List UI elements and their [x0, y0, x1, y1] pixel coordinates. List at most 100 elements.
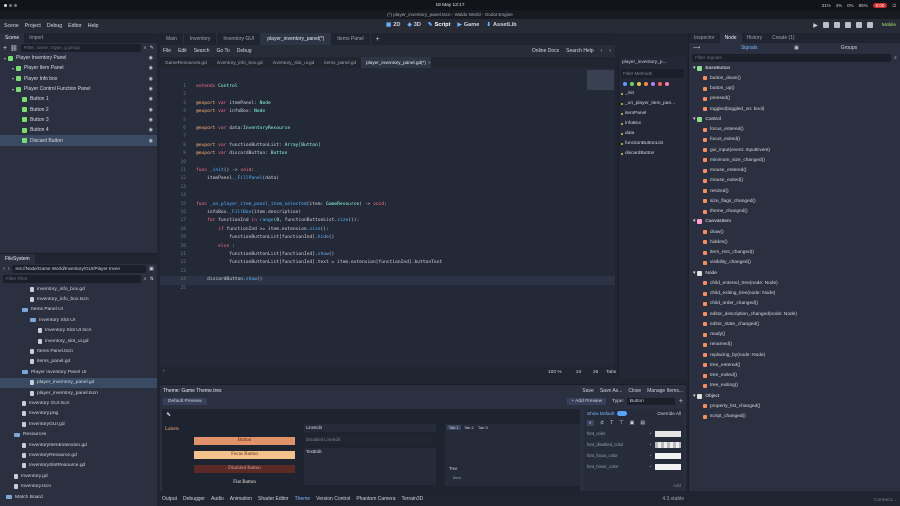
- type-select[interactable]: Button: [626, 397, 675, 405]
- bottom-tab-shader-editor[interactable]: Shader Editor: [258, 496, 289, 502]
- online-docs-link[interactable]: Online Docs: [532, 48, 559, 54]
- scene-node[interactable]: Button 4 ◉: [0, 125, 157, 135]
- line-number[interactable]: 3: [170, 100, 186, 108]
- line-number[interactable]: 14: [170, 192, 186, 200]
- file-tab-items-panel[interactable]: items_panel.gd: [319, 57, 361, 68]
- code-line[interactable]: 25: [160, 285, 615, 293]
- scene-tab-inventory-gui[interactable]: Inventory GUI: [217, 33, 262, 45]
- line-number[interactable]: 12: [170, 175, 186, 183]
- recording-indicator[interactable]: 0:00: [872, 2, 888, 8]
- file-item[interactable]: Inventory.gd: [0, 471, 157, 481]
- font-type-icon[interactable]: T: [610, 420, 613, 426]
- signal-item[interactable]: editor_state_changed(): [689, 319, 900, 329]
- workspace-3d[interactable]: ◈ 3D: [407, 22, 420, 28]
- code-line[interactable]: 14: [160, 192, 615, 200]
- signal-item[interactable]: gui_input(event: InputEvent): [689, 145, 900, 155]
- signal-item[interactable]: item_rect_changed(): [689, 248, 900, 258]
- back-icon[interactable]: ‹: [3, 266, 5, 272]
- signal-item[interactable]: hidden(): [689, 237, 900, 247]
- code-line[interactable]: 9 @export var discardButton: Button: [160, 150, 615, 158]
- folder-item[interactable]: Inventory Slot UI: [0, 315, 157, 325]
- manage-items-button[interactable]: Manage Items...: [647, 388, 683, 394]
- play-icon[interactable]: ▶: [813, 22, 818, 29]
- file-item[interactable]: Inventory Slot UI.tscn: [0, 326, 157, 336]
- signal-class-header[interactable]: ▾ CanvasItem: [689, 217, 900, 227]
- code-text[interactable]: func _on_player_item_panel_item_selected…: [196, 201, 387, 209]
- tab-inspector[interactable]: Inspector: [689, 33, 720, 43]
- scene-node[interactable]: ▾ Player Inventory Panel ◉: [0, 53, 157, 63]
- method-list-item[interactable]: infoBox: [619, 119, 686, 129]
- file-item[interactable]: Inventory.tscn: [0, 481, 157, 491]
- signal-item[interactable]: ready(): [689, 330, 900, 340]
- visibility-eye-icon[interactable]: ◉: [149, 107, 153, 113]
- instance-icon[interactable]: ⛓: [10, 45, 18, 52]
- font-size-type-icon[interactable]: ⊤: [619, 420, 623, 426]
- signal-item[interactable]: child_exiting_tree(node: Node): [689, 289, 900, 299]
- code-line[interactable]: 1 extends Control: [160, 83, 615, 91]
- code-line[interactable]: 22 functionButtonList[functionInd].text …: [160, 259, 615, 267]
- method-list-item[interactable]: _init: [619, 89, 686, 99]
- script-menu-edit[interactable]: Edit: [178, 48, 187, 54]
- preview-tab-2[interactable]: Tab 2: [462, 425, 476, 430]
- scene-node[interactable]: Button 2 ◉: [0, 104, 157, 114]
- scene-tab-inventory[interactable]: Inventory: [184, 33, 218, 45]
- script-menu-file[interactable]: File: [163, 48, 171, 54]
- signal-item[interactable]: theme_changed(): [689, 207, 900, 217]
- next-script-icon[interactable]: ›: [609, 48, 611, 54]
- code-line[interactable]: 11 func _init() -> void:: [160, 167, 615, 175]
- toggle-panel-icon[interactable]: ‹: [163, 369, 165, 374]
- preview-button[interactable]: Button: [194, 437, 295, 445]
- override-icon[interactable]: +: [650, 453, 652, 458]
- code-text[interactable]: if functionInd >= item.extension.size():: [196, 226, 329, 234]
- visibility-eye-icon[interactable]: ◉: [149, 76, 153, 82]
- swatch-orange[interactable]: [644, 82, 648, 86]
- menu-project[interactable]: Project: [25, 23, 41, 29]
- override-icon[interactable]: +: [650, 464, 652, 469]
- code-minimap[interactable]: [587, 70, 614, 90]
- signal-item[interactable]: button_down(): [689, 73, 900, 83]
- code-line[interactable]: 20 else :: [160, 243, 615, 251]
- signal-class-header[interactable]: ▾ Control: [689, 114, 900, 124]
- line-number[interactable]: 16: [170, 209, 186, 217]
- bottom-tab-theme[interactable]: Theme: [295, 496, 311, 502]
- scene-node[interactable]: Discard Button ◉: [0, 135, 157, 146]
- tab-groups[interactable]: Groups: [799, 45, 899, 51]
- split-view-icon[interactable]: ▣: [149, 266, 154, 272]
- workspace-script[interactable]: ✎ Script: [428, 22, 451, 28]
- file-item[interactable]: InventoryGUI.gd: [0, 419, 157, 429]
- bottom-tab-version-control[interactable]: Version Control: [316, 496, 350, 502]
- folder-item[interactable]: Resources: [0, 429, 157, 439]
- file-tab-gameresources[interactable]: GameResources.gd: [160, 57, 212, 68]
- override-icon[interactable]: +: [650, 442, 652, 447]
- color-swatch[interactable]: [655, 441, 681, 448]
- code-text[interactable]: extends Control: [196, 83, 238, 91]
- file-item[interactable]: player_inventory_panel.tscn: [0, 388, 157, 398]
- file-tab-inventory-slot-ui[interactable]: inventory_slot_ui.gd: [268, 57, 320, 68]
- code-line[interactable]: 18 if functionInd >= item.extension.size…: [160, 226, 615, 234]
- swatch-purple[interactable]: [651, 82, 655, 86]
- signal-item[interactable]: child_entered_tree(node: Node): [689, 278, 900, 288]
- signal-item[interactable]: replacing_by(node: Node): [689, 350, 900, 360]
- code-editor[interactable]: 1 extends Control 2 3 @export var itemPanel:…: [160, 68, 615, 367]
- stop-icon[interactable]: [833, 22, 840, 28]
- code-line[interactable]: 13: [160, 184, 615, 192]
- file-item[interactable]: Items Panel.tscn: [0, 346, 157, 356]
- code-text[interactable]: else :: [196, 243, 235, 251]
- line-number[interactable]: 1: [170, 83, 186, 91]
- path-field[interactable]: res://Node/Game World/Inventory/GUI/Play…: [12, 265, 147, 273]
- collapse-arrow-icon[interactable]: ▾: [693, 394, 695, 399]
- script-menu-debug[interactable]: Debug: [237, 48, 252, 54]
- prev-script-icon[interactable]: ‹: [601, 48, 603, 54]
- workspace-game[interactable]: ▶ Game: [457, 22, 479, 28]
- color-swatch[interactable]: [655, 463, 681, 470]
- line-number[interactable]: 4: [170, 108, 186, 116]
- scene-tab-player-inventory-panel[interactable]: player_inventory_panel(*): [261, 33, 332, 45]
- visibility-eye-icon[interactable]: ◉: [149, 86, 153, 92]
- folder-item[interactable]: Player Inventory Panel UI: [0, 367, 157, 377]
- signal-item[interactable]: draw(): [689, 227, 900, 237]
- signal-item[interactable]: script_changed(): [689, 412, 900, 422]
- tab-scene[interactable]: Scene: [0, 33, 25, 43]
- signal-item[interactable]: size_flags_changed(): [689, 196, 900, 206]
- bottom-tab-terrain3d[interactable]: Terrain3D: [402, 496, 424, 502]
- code-line[interactable]: 10: [160, 159, 615, 167]
